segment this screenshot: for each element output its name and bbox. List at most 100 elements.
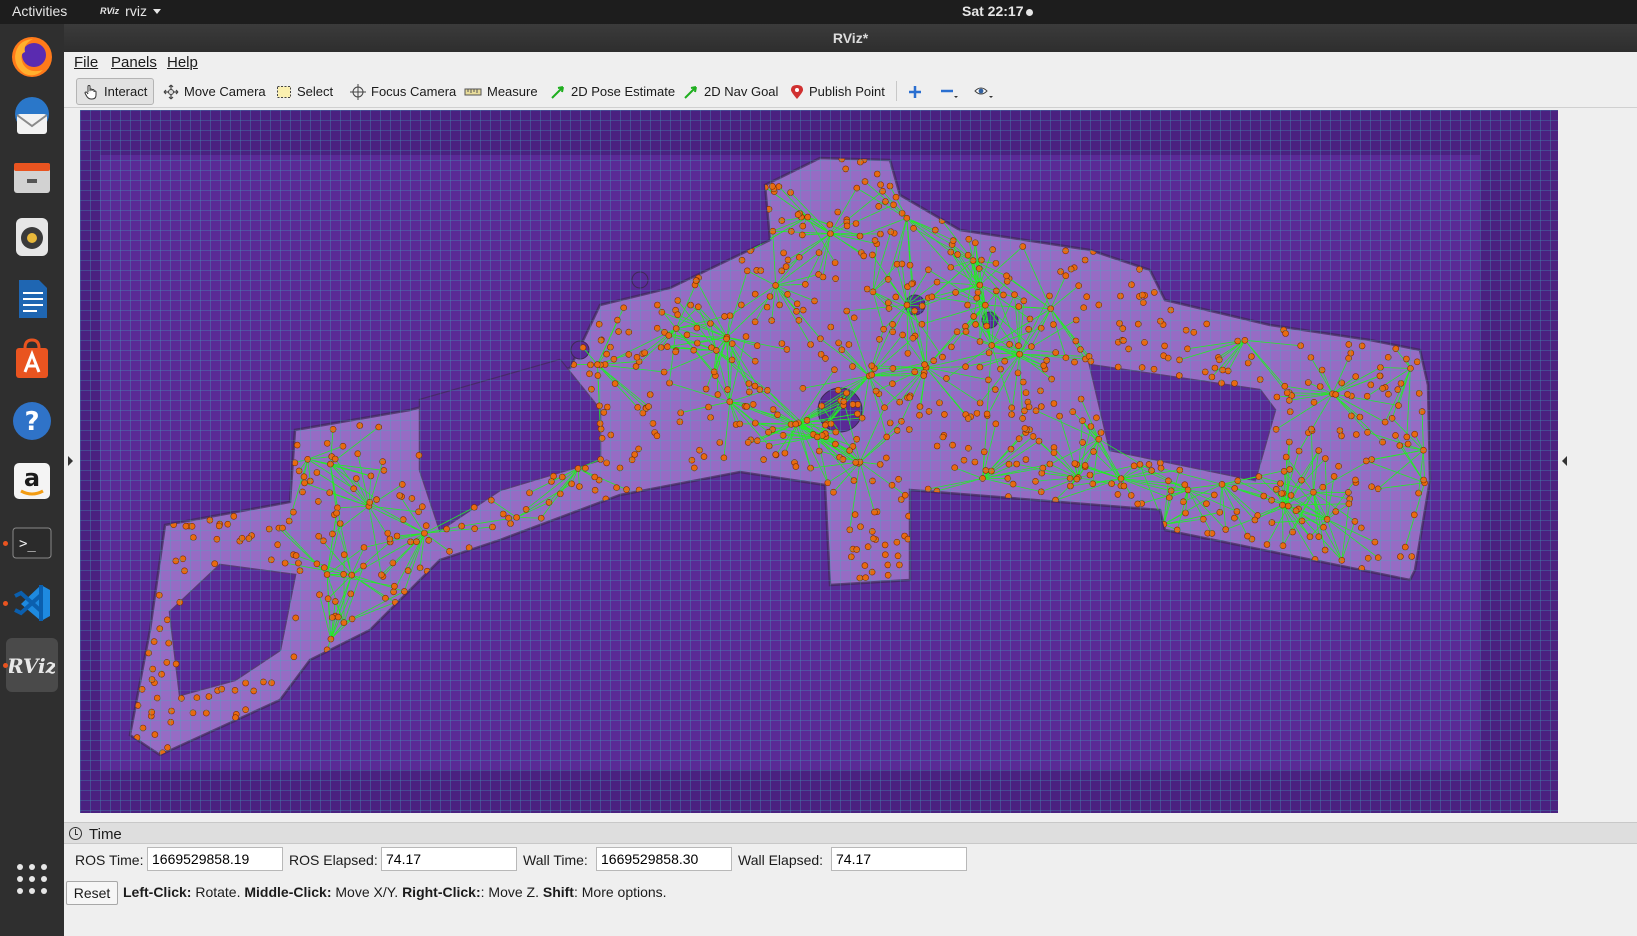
hand-pointer-icon xyxy=(84,84,97,99)
menu-file[interactable]: File xyxy=(74,54,98,71)
dock-terminal[interactable]: >_ xyxy=(3,516,58,570)
move-camera-icon xyxy=(163,84,179,99)
ros-time-field[interactable] xyxy=(147,847,283,871)
select-tool-button[interactable]: Select xyxy=(270,78,339,105)
notification-dot-icon xyxy=(1026,8,1034,16)
rviz-icon: RViz xyxy=(9,654,55,678)
prm-roadmap-scene xyxy=(80,110,1558,813)
ruler-icon xyxy=(464,88,482,95)
help-icon: ? xyxy=(13,402,51,440)
reset-button[interactable]: Reset xyxy=(66,881,118,905)
selection-box-icon xyxy=(277,85,291,98)
files-icon xyxy=(14,163,50,193)
time-panel-header[interactable]: Time xyxy=(64,822,1637,844)
window-title-bar[interactable]: RViz* xyxy=(64,24,1637,52)
activities-button[interactable]: Activities xyxy=(12,3,67,19)
firefox-icon xyxy=(12,37,52,77)
measure-tool-button[interactable]: Measure xyxy=(458,78,544,105)
libreoffice-writer-icon xyxy=(19,280,47,318)
visibility-tool-button[interactable] xyxy=(968,78,1000,105)
hint-left-key: Left-Click: xyxy=(123,884,192,900)
dock-show-apps[interactable] xyxy=(6,852,58,906)
rhythmbox-icon xyxy=(16,218,48,256)
thunderbird-icon xyxy=(15,97,49,134)
dock-firefox[interactable] xyxy=(6,30,58,84)
menu-bar: File Panels Help xyxy=(64,52,1637,74)
running-indicator-icon xyxy=(3,601,8,606)
time-panel: Time ROS Time: ROS Elapsed: Wall Time: W… xyxy=(64,818,1637,936)
dock-writer[interactable] xyxy=(6,272,58,326)
wall-elapsed-label: Wall Elapsed: xyxy=(738,852,824,868)
interact-label: Interact xyxy=(104,84,148,99)
clock-label: Sat 22:17 xyxy=(962,3,1024,19)
publish-point-tool-button[interactable]: Publish Point xyxy=(784,78,891,105)
clock-icon xyxy=(69,827,82,840)
terminal-glyph: >_ xyxy=(19,536,36,552)
dock-rhythmbox[interactable] xyxy=(6,210,58,264)
dock-help[interactable]: ? xyxy=(6,394,58,448)
menu-help[interactable]: Help xyxy=(167,54,198,71)
hint-middle: Move X/Y. xyxy=(331,884,403,900)
nav-goal-tool-button[interactable]: 2D Nav Goal xyxy=(677,78,784,105)
3d-render-viewport[interactable] xyxy=(80,110,1558,813)
show-apps-icon xyxy=(17,864,47,894)
select-label: Select xyxy=(297,84,334,99)
interact-tool-button[interactable]: Interact xyxy=(76,78,155,105)
dock-vscode[interactable] xyxy=(3,576,58,630)
chevron-down-icon xyxy=(152,8,161,14)
ros-elapsed-field[interactable] xyxy=(381,847,517,871)
map-pin-icon xyxy=(791,84,803,99)
grid-overlay xyxy=(80,110,1558,813)
rviz-app-icon: RViz xyxy=(100,6,120,16)
dock: ? a >_ RViz xyxy=(0,24,64,936)
hint-right-key: Right-Click: xyxy=(402,884,481,900)
collapse-right-arrow-icon[interactable] xyxy=(1562,456,1567,466)
wall-elapsed-field[interactable] xyxy=(831,847,967,871)
green-arrow-icon xyxy=(551,85,564,99)
dock-software[interactable] xyxy=(6,332,58,386)
clock[interactable]: Sat 22:17 xyxy=(962,3,1034,19)
pose-estimate-label: 2D Pose Estimate xyxy=(571,84,676,99)
collapse-left-arrow-icon[interactable] xyxy=(68,456,73,466)
software-center-icon xyxy=(16,338,48,378)
dock-files[interactable] xyxy=(6,150,58,204)
gnome-top-bar: Activities RViz rviz Sat 22:17 xyxy=(0,0,1637,24)
eye-icon xyxy=(974,87,993,98)
help-glyph: ? xyxy=(24,407,39,437)
hint-shift: : More options. xyxy=(573,884,667,900)
add-tool-button[interactable] xyxy=(902,78,928,105)
ros-time-label: ROS Time: xyxy=(75,852,144,868)
focus-camera-label: Focus Camera xyxy=(371,84,457,99)
hint-middle-key: Middle-Click: xyxy=(244,884,332,900)
rviz-dock-label: RViz xyxy=(9,654,55,678)
dock-thunderbird[interactable] xyxy=(6,90,58,144)
plus-icon xyxy=(909,85,921,98)
dock-rviz[interactable]: RViz xyxy=(3,638,58,692)
wall-time-label: Wall Time: xyxy=(523,852,588,868)
running-indicator-icon xyxy=(3,663,8,668)
move-camera-tool-button[interactable]: Move Camera xyxy=(157,78,272,105)
time-panel-title: Time xyxy=(89,826,122,843)
app-menu[interactable]: RViz rviz xyxy=(100,3,161,19)
view-controls-hint: Left-Click: Rotate. Middle-Click: Move X… xyxy=(123,884,667,900)
nav-goal-label: 2D Nav Goal xyxy=(704,84,779,99)
green-arrow-icon xyxy=(684,85,697,99)
vscode-icon xyxy=(14,585,50,621)
dock-amazon[interactable]: a xyxy=(6,454,58,508)
measure-label: Measure xyxy=(487,84,538,99)
terminal-icon: >_ xyxy=(12,527,52,559)
hint-right: : Move Z. xyxy=(480,884,543,900)
window-title: RViz* xyxy=(832,30,869,46)
toolbar-separator xyxy=(896,81,897,101)
remove-tool-button[interactable] xyxy=(934,78,964,105)
crosshair-icon xyxy=(350,83,366,100)
wall-time-field[interactable] xyxy=(596,847,732,871)
pose-estimate-tool-button[interactable]: 2D Pose Estimate xyxy=(544,78,681,105)
menu-panels[interactable]: Panels xyxy=(111,54,157,71)
minus-icon xyxy=(941,89,958,98)
ros-elapsed-label: ROS Elapsed: xyxy=(289,852,378,868)
amazon-icon: a xyxy=(14,463,50,499)
tool-bar: Interact Move Camera Select Focus Camera… xyxy=(64,74,1637,108)
focus-camera-tool-button[interactable]: Focus Camera xyxy=(344,78,462,105)
publish-point-label: Publish Point xyxy=(809,84,885,99)
